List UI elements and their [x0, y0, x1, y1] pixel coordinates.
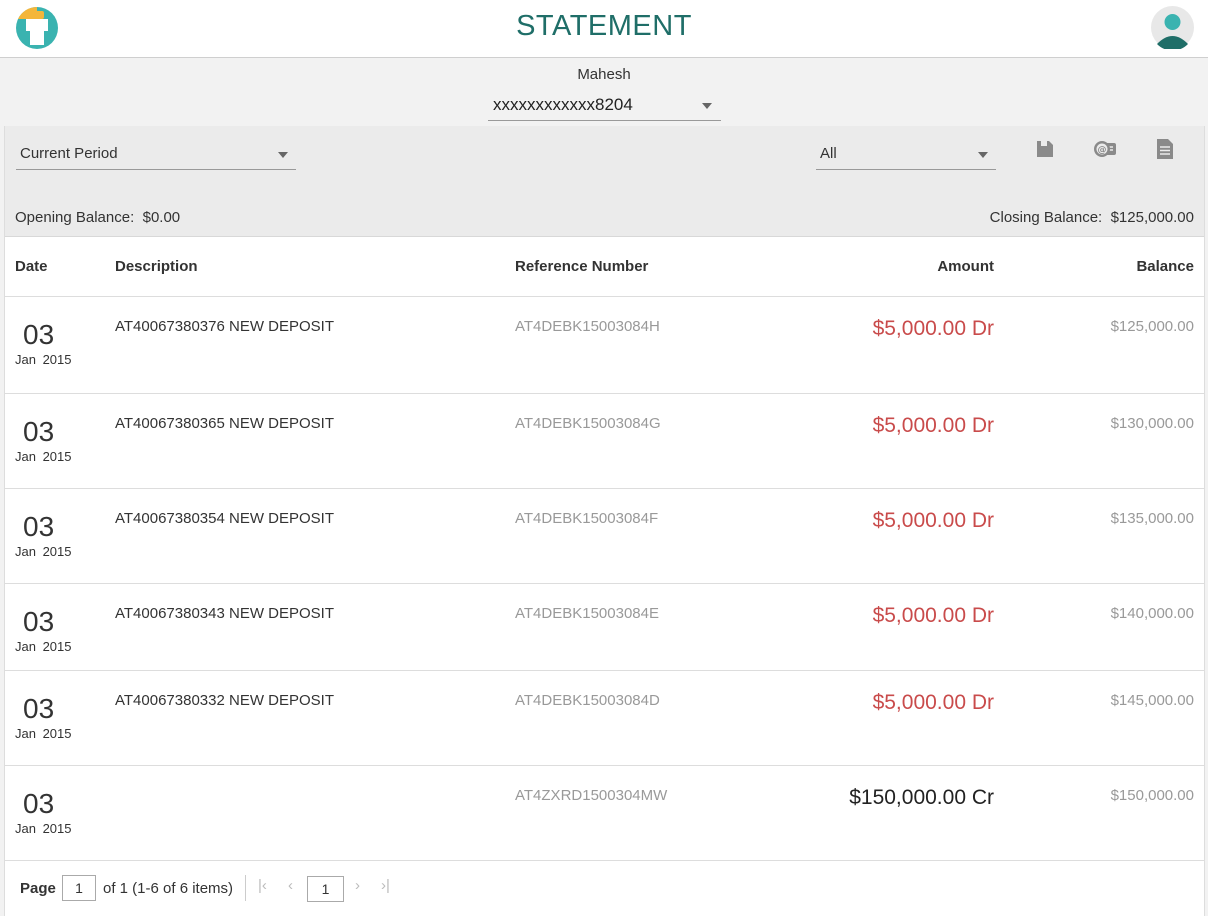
row-reference: AT4DEBK15003084F: [515, 510, 659, 527]
row-description: AT40067380343 NEW DEPOSIT: [115, 605, 334, 622]
table-row[interactable]: 03 Jan 2015 AT40067380332 NEW DEPOSIT AT…: [5, 671, 1204, 766]
row-month-year: Jan 2015: [15, 352, 72, 367]
account-select[interactable]: xxxxxxxxxxxx8204: [488, 91, 721, 121]
save-icon[interactable]: [1034, 137, 1056, 161]
first-page-icon[interactable]: |‹: [258, 877, 267, 894]
closing-balance-label: Closing Balance:: [989, 209, 1103, 226]
row-day: 03: [23, 511, 55, 542]
row-day: 03: [23, 788, 55, 819]
row-month-year: Jan 2015: [15, 544, 72, 559]
transaction-type-select[interactable]: All: [816, 139, 996, 170]
row-month-year: Jan 2015: [15, 726, 72, 741]
column-header-description[interactable]: Description: [115, 258, 198, 275]
row-description: AT40067380354 NEW DEPOSIT: [115, 510, 334, 527]
pager-divider: [245, 875, 246, 901]
pagination: Page 1 of 1 (1-6 of 6 items) |‹ ‹ 1 › ›|: [5, 861, 1204, 916]
row-balance: $125,000.00: [1110, 318, 1194, 335]
chevron-down-icon: [278, 152, 288, 158]
table-header: Date Description Reference Number Amount…: [5, 237, 1204, 297]
row-day: 03: [23, 319, 55, 350]
filter-bar: Current Period All @ Opening Balance: $0…: [5, 126, 1204, 237]
table-row[interactable]: 03 Jan 2015 AT40067380365 NEW DEPOSIT AT…: [5, 394, 1204, 489]
period-select-value: Current Period: [20, 145, 118, 162]
row-balance: $140,000.00: [1110, 605, 1194, 622]
column-header-balance[interactable]: Balance: [1136, 258, 1194, 275]
account-select-value: xxxxxxxxxxxx8204: [493, 95, 633, 114]
row-reference: AT4DEBK15003084H: [515, 318, 660, 335]
opening-balance-value: $0.00: [142, 209, 181, 226]
pager-summary: of 1 (1-6 of 6 items): [103, 880, 234, 897]
chevron-down-icon: [702, 103, 712, 109]
row-description: AT40067380376 NEW DEPOSIT: [115, 318, 334, 335]
current-page-box[interactable]: 1: [307, 876, 344, 902]
opening-balance-label: Opening Balance:: [15, 209, 135, 226]
table-row[interactable]: 03 Jan 2015 AT40067380354 NEW DEPOSIT AT…: [5, 489, 1204, 584]
row-reference: AT4DEBK15003084D: [515, 692, 660, 709]
row-amount: $150,000.00 Cr: [849, 786, 994, 809]
row-month-year: Jan 2015: [15, 639, 72, 654]
row-description: AT40067380365 NEW DEPOSIT: [115, 415, 334, 432]
row-description: AT40067380332 NEW DEPOSIT: [115, 692, 334, 709]
account-holder-name: Mahesh: [577, 66, 631, 83]
closing-balance-value: $125,000.00: [1110, 209, 1194, 226]
row-amount: $5,000.00 Dr: [872, 604, 994, 627]
row-month-year: Jan 2015: [15, 821, 72, 836]
last-page-icon[interactable]: ›|: [381, 877, 390, 894]
table-row[interactable]: 03 Jan 2015 AT4ZXRD1500304MW $150,000.00…: [5, 766, 1204, 861]
row-amount: $5,000.00 Dr: [872, 509, 994, 532]
opening-balance: Opening Balance: $0.00: [15, 209, 180, 226]
column-header-date[interactable]: Date: [15, 258, 48, 275]
table-row[interactable]: 03 Jan 2015 AT40067380343 NEW DEPOSIT AT…: [5, 584, 1204, 671]
pager-label: Page: [20, 880, 56, 897]
svg-text:@: @: [1098, 146, 1107, 156]
top-bar: STATEMENT: [0, 0, 1208, 58]
account-selector-area: Mahesh xxxxxxxxxxxx8204: [0, 58, 1208, 126]
document-icon[interactable]: [1154, 137, 1176, 161]
row-amount: $5,000.00 Dr: [872, 414, 994, 437]
chevron-down-icon: [978, 152, 988, 158]
row-reference: AT4ZXRD1500304MW: [515, 787, 668, 804]
closing-balance: Closing Balance: $125,000.00: [990, 209, 1194, 226]
column-header-amount[interactable]: Amount: [937, 258, 994, 275]
column-header-reference[interactable]: Reference Number: [515, 258, 648, 275]
row-balance: $135,000.00: [1110, 510, 1194, 527]
page-number-input[interactable]: 1: [62, 875, 96, 901]
row-day: 03: [23, 416, 55, 447]
row-reference: AT4DEBK15003084G: [515, 415, 661, 432]
statement-panel: Current Period All @ Opening Balance: $0…: [4, 126, 1205, 916]
transaction-type-value: All: [820, 145, 837, 162]
prev-page-icon[interactable]: ‹: [288, 877, 293, 894]
row-balance: $130,000.00: [1110, 415, 1194, 432]
next-page-icon[interactable]: ›: [355, 877, 360, 894]
row-reference: AT4DEBK15003084E: [515, 605, 659, 622]
row-month-year: Jan 2015: [15, 449, 72, 464]
user-avatar-icon[interactable]: [1151, 6, 1194, 49]
period-select[interactable]: Current Period: [16, 139, 296, 170]
table-row[interactable]: 03 Jan 2015 AT40067380376 NEW DEPOSIT AT…: [5, 297, 1204, 394]
page-title: STATEMENT: [516, 10, 692, 42]
row-day: 03: [23, 606, 55, 637]
row-amount: $5,000.00 Dr: [872, 691, 994, 714]
row-day: 03: [23, 693, 55, 724]
row-amount: $5,000.00 Dr: [872, 317, 994, 340]
row-balance: $145,000.00: [1110, 692, 1194, 709]
email-icon[interactable]: @: [1092, 137, 1118, 161]
row-balance: $150,000.00: [1110, 787, 1194, 804]
